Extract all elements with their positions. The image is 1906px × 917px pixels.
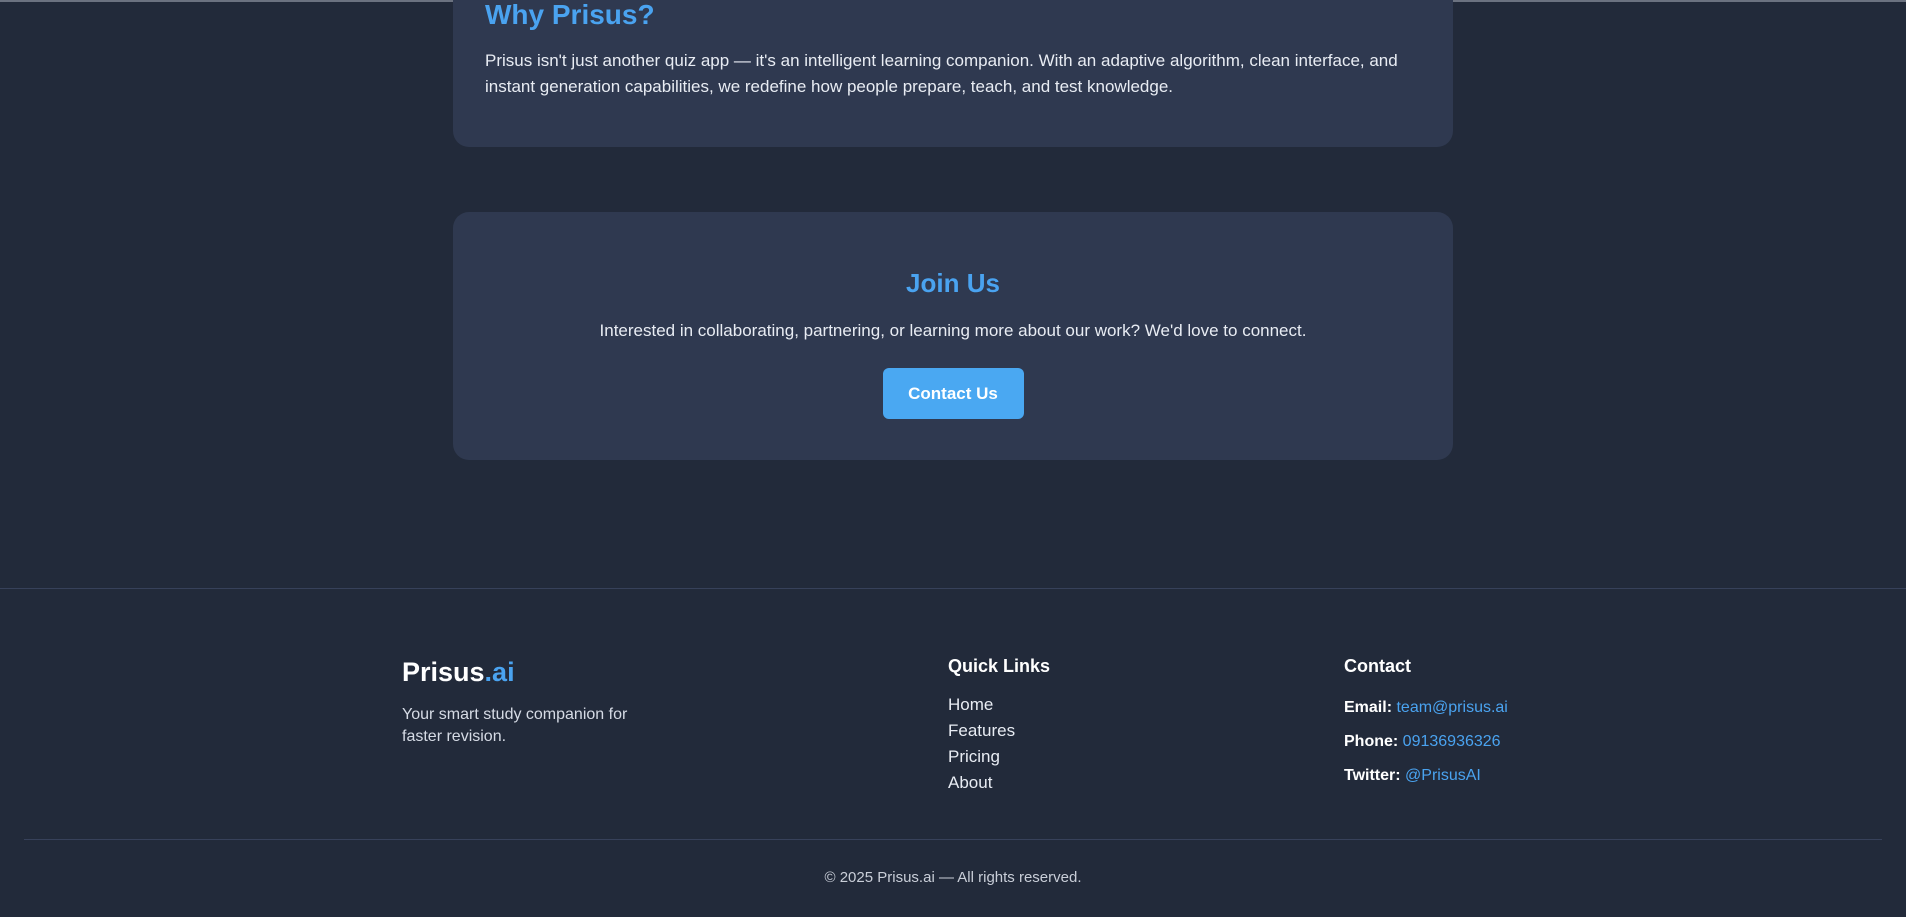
- twitter-link[interactable]: @PrisusAI: [1405, 767, 1481, 784]
- contact-email-row: Email: team@prisus.ai: [1344, 691, 1508, 725]
- footer-divider: [24, 839, 1882, 840]
- page: Why Prisus? Prisus isn't just another qu…: [0, 0, 1906, 917]
- quick-link-features[interactable]: Features: [948, 718, 1015, 744]
- email-label: Email:: [1344, 699, 1393, 716]
- quick-link-home[interactable]: Home: [948, 692, 1015, 718]
- quick-link-about[interactable]: About: [948, 770, 1015, 796]
- contact-list: Email: team@prisus.ai Phone: 09136936326…: [1344, 691, 1508, 793]
- contact-phone-row: Phone: 09136936326: [1344, 725, 1508, 759]
- brand-name: Prisus: [402, 657, 485, 687]
- contact-twitter-row: Twitter: @PrisusAI: [1344, 759, 1508, 793]
- contact-us-button[interactable]: Contact Us: [882, 368, 1024, 419]
- join-us-card: Join Us Interested in collaborating, par…: [453, 212, 1453, 460]
- join-us-text: Interested in collaborating, partnering,…: [599, 321, 1307, 340]
- footer-logo[interactable]: Prisus.ai: [402, 657, 515, 688]
- join-us-title: Join Us: [906, 268, 1000, 298]
- why-prisus-title: Why Prisus?: [485, 0, 655, 30]
- copyright-text: © 2025 Prisus.ai — All rights reserved.: [824, 869, 1082, 886]
- site-footer: Prisus.ai Your smart study companion for…: [0, 588, 1906, 917]
- phone-label: Phone:: [1344, 733, 1399, 750]
- contact-title: Contact: [1344, 656, 1411, 676]
- email-link[interactable]: team@prisus.ai: [1396, 699, 1507, 716]
- footer-tagline: Your smart study companion for faster re…: [402, 706, 628, 745]
- why-prisus-card: Why Prisus? Prisus isn't just another qu…: [453, 0, 1453, 147]
- phone-link[interactable]: 09136936326: [1403, 733, 1501, 750]
- brand-suffix: .ai: [484, 657, 515, 687]
- quick-link-pricing[interactable]: Pricing: [948, 744, 1015, 770]
- why-prisus-text: Prisus isn't just another quiz app — it'…: [485, 51, 1398, 96]
- quick-links-list: Home Features Pricing About: [948, 692, 1015, 796]
- twitter-label: Twitter:: [1344, 767, 1401, 784]
- quick-links-title: Quick Links: [948, 656, 1051, 676]
